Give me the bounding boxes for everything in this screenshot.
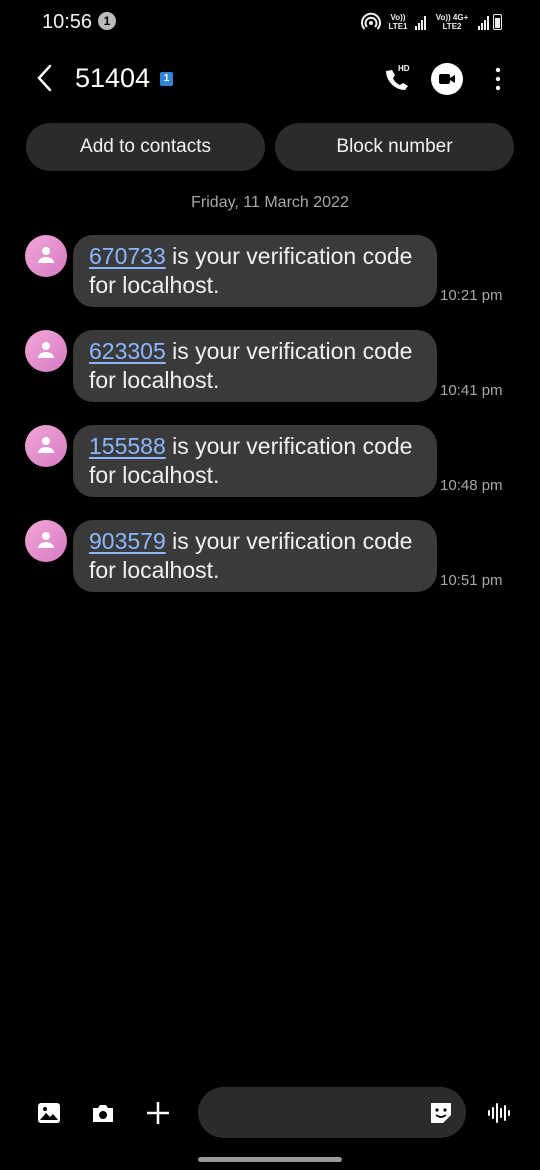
message-bubble[interactable]: 623305 is your verification code for loc… — [73, 330, 437, 402]
back-arrow-icon[interactable] — [30, 62, 62, 94]
add-to-contacts-button[interactable]: Add to contacts — [26, 123, 265, 171]
message-time: 10:21 pm — [440, 287, 503, 304]
verification-code-link[interactable]: 155588 — [89, 433, 166, 459]
home-indicator[interactable] — [198, 1157, 342, 1162]
message-row: 155588 is your verification code for loc… — [0, 425, 540, 499]
notification-count-badge: 1 — [98, 12, 116, 30]
verification-code-link[interactable]: 623305 — [89, 338, 166, 364]
message-time: 10:41 pm — [440, 382, 503, 399]
message-bubble[interactable]: 903579 is your verification code for loc… — [73, 520, 437, 592]
message-row: 623305 is your verification code for loc… — [0, 330, 540, 404]
avatar[interactable] — [25, 425, 67, 467]
person-icon — [38, 437, 54, 453]
signal-icon — [478, 14, 489, 30]
plus-icon[interactable] — [145, 1100, 171, 1126]
message-bubble[interactable]: 155588 is your verification code for loc… — [73, 425, 437, 497]
sticker-icon[interactable] — [428, 1100, 454, 1126]
status-icons: Vo)) LTE1 Vo)) 4G+ LTE2 — [361, 10, 502, 34]
svg-text:HD: HD — [398, 64, 410, 73]
message-row: 903579 is your verification code for loc… — [0, 520, 540, 594]
status-bar: 10:56 1 Vo)) LTE1 Vo)) 4G+ LTE2 — [0, 0, 540, 44]
avatar[interactable] — [25, 330, 67, 372]
message-time: 10:48 pm — [440, 477, 503, 494]
hd-call-icon[interactable]: HD — [380, 62, 414, 96]
avatar[interactable] — [25, 520, 67, 562]
conversation-header: 51404 1 HD — [0, 54, 540, 104]
battery-icon — [493, 14, 502, 30]
message-bubble[interactable]: 670733 is your verification code for loc… — [73, 235, 437, 307]
camera-icon[interactable] — [90, 1100, 116, 1126]
voice-icon[interactable] — [486, 1100, 512, 1126]
date-header: Friday, 11 March 2022 — [191, 194, 349, 211]
more-icon[interactable] — [488, 64, 508, 94]
clock: 10:56 — [42, 11, 93, 33]
sim2-network-label: Vo)) 4G+ LTE2 — [435, 13, 469, 31]
video-call-icon[interactable] — [431, 63, 463, 95]
person-icon — [38, 532, 54, 548]
verification-code-link[interactable]: 903579 — [89, 528, 166, 554]
sim-badge: 1 — [160, 72, 173, 86]
message-input[interactable] — [198, 1087, 466, 1138]
hotspot-icon — [361, 12, 381, 30]
gallery-icon[interactable] — [36, 1100, 62, 1126]
block-number-button[interactable]: Block number — [275, 123, 514, 171]
sim1-network-label: Vo)) LTE1 — [388, 13, 408, 31]
composer-bar — [0, 1087, 540, 1139]
message-time: 10:51 pm — [440, 572, 503, 589]
contact-title: 51404 — [75, 63, 151, 93]
avatar[interactable] — [25, 235, 67, 277]
message-row: 670733 is your verification code for loc… — [0, 235, 540, 309]
verification-code-link[interactable]: 670733 — [89, 243, 166, 269]
person-icon — [38, 247, 54, 263]
signal-icon — [415, 14, 426, 30]
person-icon — [38, 342, 54, 358]
